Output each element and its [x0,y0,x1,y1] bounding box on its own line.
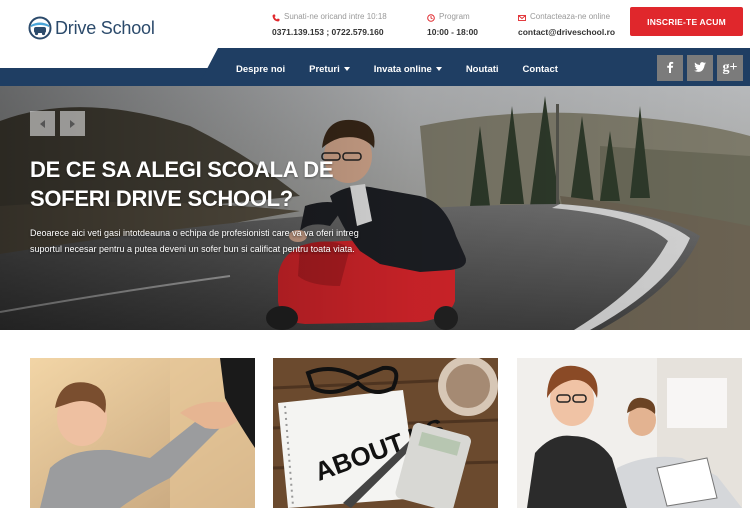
chevron-down-icon [343,67,350,71]
page-bottom [0,508,750,513]
mail-icon [518,13,526,21]
card-instructor[interactable] [517,358,742,508]
about-us-image: ABOUT US [273,358,498,508]
email-value[interactable]: contact@driveschool.ro [518,25,615,39]
email-label: Contacteaza-ne online [530,12,611,21]
instructor-image [517,358,742,508]
chevron-down-icon [435,67,442,71]
twitter-icon [693,60,707,77]
hero-description: Deoarece aici veti gasi intotdeauna o ec… [30,228,359,254]
schedule-label: Program [439,12,470,21]
nav-item-preturi[interactable]: Preturi [309,62,350,76]
brand-name: Drive School [55,17,155,38]
nav-item-label: Despre noi [236,63,286,75]
email-info: Contacteaza-ne online contact@driveschoo… [518,10,615,39]
nav-item-label: Invata online [373,63,432,75]
phone-icon [272,13,280,22]
nav-item-despre-noi[interactable]: Despre noi [236,62,285,76]
enroll-now-button[interactable]: INSCRIE-TE ACUM [630,7,743,36]
arrow-right-icon [70,119,75,128]
nav-item-label: Preturi [309,63,340,75]
schedule-value: 10:00 - 18:00 [427,27,479,37]
nav-item-label: Noutati [465,63,499,75]
nav-item-label: Contact [522,63,558,75]
handshake-image [30,358,255,508]
nav-menu: Despre noi Preturi Invata online Noutati… [236,62,582,76]
top-bar: Drive School Sunati-ne oricand intre 10:… [0,0,750,48]
clock-icon [427,13,435,22]
card-about-us[interactable]: ABOUT US [273,358,498,508]
facebook-icon [663,60,677,77]
phone-value[interactable]: 0371.139.153 ; 0722.579.160 [272,25,387,39]
nav-item-contact[interactable]: Contact [523,62,558,76]
site-logo[interactable]: Drive School [28,14,155,42]
twitter-button[interactable] [687,55,713,81]
facebook-button[interactable] [657,55,683,81]
card-handshake[interactable] [30,358,255,508]
phone-label: Sunati-ne oricand intre 10:18 [284,12,387,21]
google-plus-button[interactable]: g+ [717,55,743,81]
google-plus-icon: g+ [722,60,738,75]
phone-info: Sunati-ne oricand intre 10:18 0371.139.1… [272,10,387,39]
nav-item-noutati[interactable]: Noutati [466,62,499,76]
hero-title: DE CE SA ALEGI SCOALA DE SOFERI DRIVE SC… [30,157,334,211]
nav-item-invata-online[interactable]: Invata online [374,62,442,76]
slider-prev-button[interactable] [30,111,55,136]
slider-next-button[interactable] [60,111,85,136]
arrow-left-icon [40,119,45,128]
schedule-info: Program 10:00 - 18:00 [427,10,478,39]
steering-wheel-logo-icon [28,16,52,40]
